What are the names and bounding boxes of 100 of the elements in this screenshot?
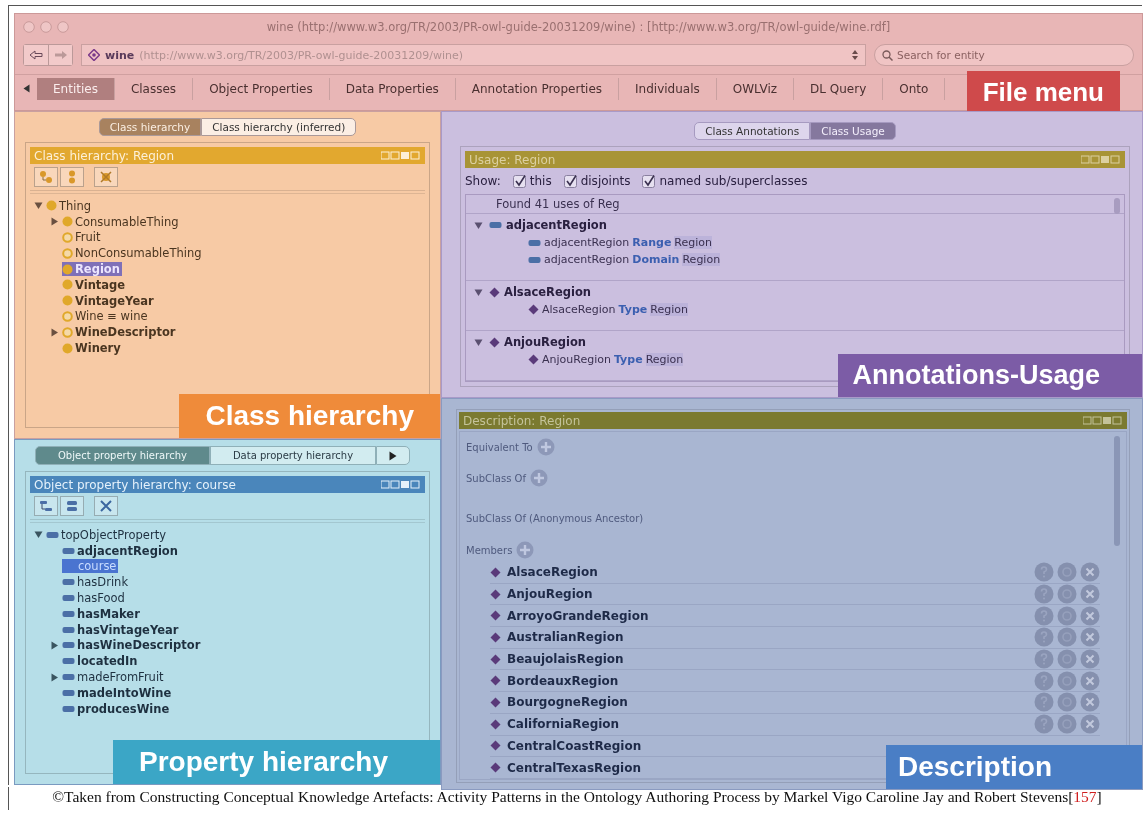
checkbox[interactable]: [512, 174, 526, 188]
collapse-arrow-icon[interactable]: [474, 337, 483, 347]
tab[interactable]: Class hierarchy (inferred): [201, 118, 357, 136]
tab[interactable]: Onto: [883, 77, 946, 100]
member-name[interactable]: AustralianRegion: [507, 630, 624, 645]
expand-arrow-icon[interactable]: [49, 640, 59, 650]
collapse-arrow-icon[interactable]: [33, 530, 43, 540]
add-subproperty-button[interactable]: [34, 496, 58, 516]
expand-arrow-icon[interactable]: [49, 217, 59, 227]
tree-item[interactable]: Winery: [62, 341, 123, 356]
member-name[interactable]: CaliforniaRegion: [507, 717, 620, 732]
tab[interactable]: Data Properties: [329, 77, 456, 100]
tree-item[interactable]: madeIntoWine: [62, 685, 174, 700]
tree-item[interactable]: Vintage: [62, 277, 128, 292]
tab[interactable]: Individuals: [619, 77, 717, 100]
annotate-button[interactable]: [1034, 605, 1054, 626]
collapse-arrow-icon[interactable]: [33, 201, 43, 211]
member-name[interactable]: ArroyoGrandeRegion: [507, 608, 649, 623]
edit-button[interactable]: [1057, 649, 1077, 670]
member-name[interactable]: AnjouRegion: [507, 587, 593, 602]
annotate-button[interactable]: [1034, 714, 1054, 735]
add-button[interactable]: [516, 541, 535, 559]
add-sibling-property-button[interactable]: [60, 496, 84, 516]
citation-link[interactable]: 157: [1073, 788, 1097, 805]
collapse-arrow-icon[interactable]: [474, 220, 483, 230]
annotate-button[interactable]: [1034, 670, 1054, 691]
expand-arrow-icon[interactable]: [49, 327, 59, 337]
usage-entity[interactable]: AlsaceRegion: [489, 285, 591, 299]
tree-item[interactable]: locatedIn: [62, 654, 140, 669]
window-control-button[interactable]: [40, 21, 52, 33]
tree-item[interactable]: topObjectProperty: [46, 527, 168, 542]
delete-button[interactable]: [1080, 692, 1100, 713]
window-control-button[interactable]: [57, 21, 69, 33]
ontology-selector[interactable]: wine (http://www.w3.org/TR/2003/PR-owl-guide-20031209/wine): [81, 44, 866, 66]
checkbox[interactable]: [563, 174, 577, 188]
next-tab-button[interactable]: [376, 446, 411, 465]
tab[interactable]: DL Query: [794, 77, 884, 100]
tree-item[interactable]: madeFromFruit: [62, 670, 166, 685]
edit-button[interactable]: [1057, 627, 1077, 648]
member-name[interactable]: CentralTexasRegion: [507, 760, 641, 775]
delete-button[interactable]: [1080, 562, 1100, 583]
annotate-button[interactable]: [1034, 562, 1054, 583]
add-button[interactable]: [529, 469, 548, 487]
annotate-button[interactable]: [1034, 649, 1054, 670]
expand-arrow-icon[interactable]: [49, 672, 59, 682]
delete-property-button[interactable]: [94, 496, 118, 516]
tree-item[interactable]: Region: [62, 262, 122, 277]
tab[interactable]: Object Properties: [193, 77, 330, 100]
tab[interactable]: Class Usage: [810, 122, 896, 140]
edit-button[interactable]: [1057, 714, 1077, 735]
tree-item[interactable]: producesWine: [62, 701, 172, 716]
usage-entity[interactable]: AnjouRegion: [489, 335, 587, 349]
add-button[interactable]: [536, 438, 555, 456]
tree-item[interactable]: hasDrink: [62, 575, 131, 590]
delete-button[interactable]: [1080, 714, 1100, 735]
delete-class-button[interactable]: [94, 167, 118, 187]
tree-item[interactable]: WineDescriptor: [62, 325, 178, 340]
delete-button[interactable]: [1080, 670, 1100, 691]
delete-button[interactable]: [1080, 584, 1100, 605]
member-name[interactable]: AlsaceRegion: [507, 565, 598, 580]
collapse-arrow-icon[interactable]: [474, 287, 483, 297]
tree-item[interactable]: VintageYear: [62, 293, 156, 308]
add-sibling-button[interactable]: [60, 167, 84, 187]
tree-item[interactable]: hasWineDescriptor: [62, 638, 203, 653]
tree-item[interactable]: hasFood: [62, 591, 127, 606]
tree-item[interactable]: adjacentRegion: [62, 543, 180, 558]
tree-item[interactable]: hasVintageYear: [62, 622, 181, 637]
tab[interactable]: OWLViz: [716, 77, 795, 100]
tab[interactable]: Object property hierarchy: [35, 446, 210, 465]
search-field[interactable]: Search for entity: [874, 44, 1134, 66]
tree-item[interactable]: NonConsumableThing: [62, 246, 204, 261]
add-subclass-button[interactable]: [34, 167, 58, 187]
annotate-button[interactable]: [1034, 627, 1054, 648]
edit-button[interactable]: [1057, 692, 1077, 713]
checkbox[interactable]: [642, 174, 656, 188]
delete-button[interactable]: [1080, 649, 1100, 670]
tab[interactable]: Classes: [114, 77, 194, 100]
member-name[interactable]: BeaujolaisRegion: [507, 652, 624, 667]
edit-button[interactable]: [1057, 562, 1077, 583]
annotate-button[interactable]: [1034, 584, 1054, 605]
member-name[interactable]: CentralCoastRegion: [507, 738, 642, 753]
annotate-button[interactable]: [1034, 692, 1054, 713]
back-button[interactable]: [24, 45, 48, 65]
edit-button[interactable]: [1057, 605, 1077, 626]
tab[interactable]: Class Annotations: [694, 122, 811, 140]
edit-button[interactable]: [1057, 670, 1077, 691]
delete-button[interactable]: [1080, 627, 1100, 648]
tree-item[interactable]: Wine ≡ wine: [62, 309, 150, 324]
member-name[interactable]: BordeauxRegion: [507, 673, 619, 688]
tab[interactable]: Data property hierarchy: [209, 446, 377, 465]
tree-item[interactable]: Thing: [46, 198, 94, 213]
tree-item[interactable]: ConsumableThing: [62, 214, 181, 229]
tree-item[interactable]: Fruit: [62, 230, 103, 245]
delete-button[interactable]: [1080, 605, 1100, 626]
tree-item[interactable]: hasMaker: [62, 606, 142, 621]
usage-entity[interactable]: adjacentRegion: [489, 218, 607, 232]
member-name[interactable]: BourgogneRegion: [507, 695, 628, 710]
window-control-button[interactable]: [23, 21, 35, 33]
tab[interactable]: Annotation Properties: [455, 77, 620, 100]
edit-button[interactable]: [1057, 584, 1077, 605]
